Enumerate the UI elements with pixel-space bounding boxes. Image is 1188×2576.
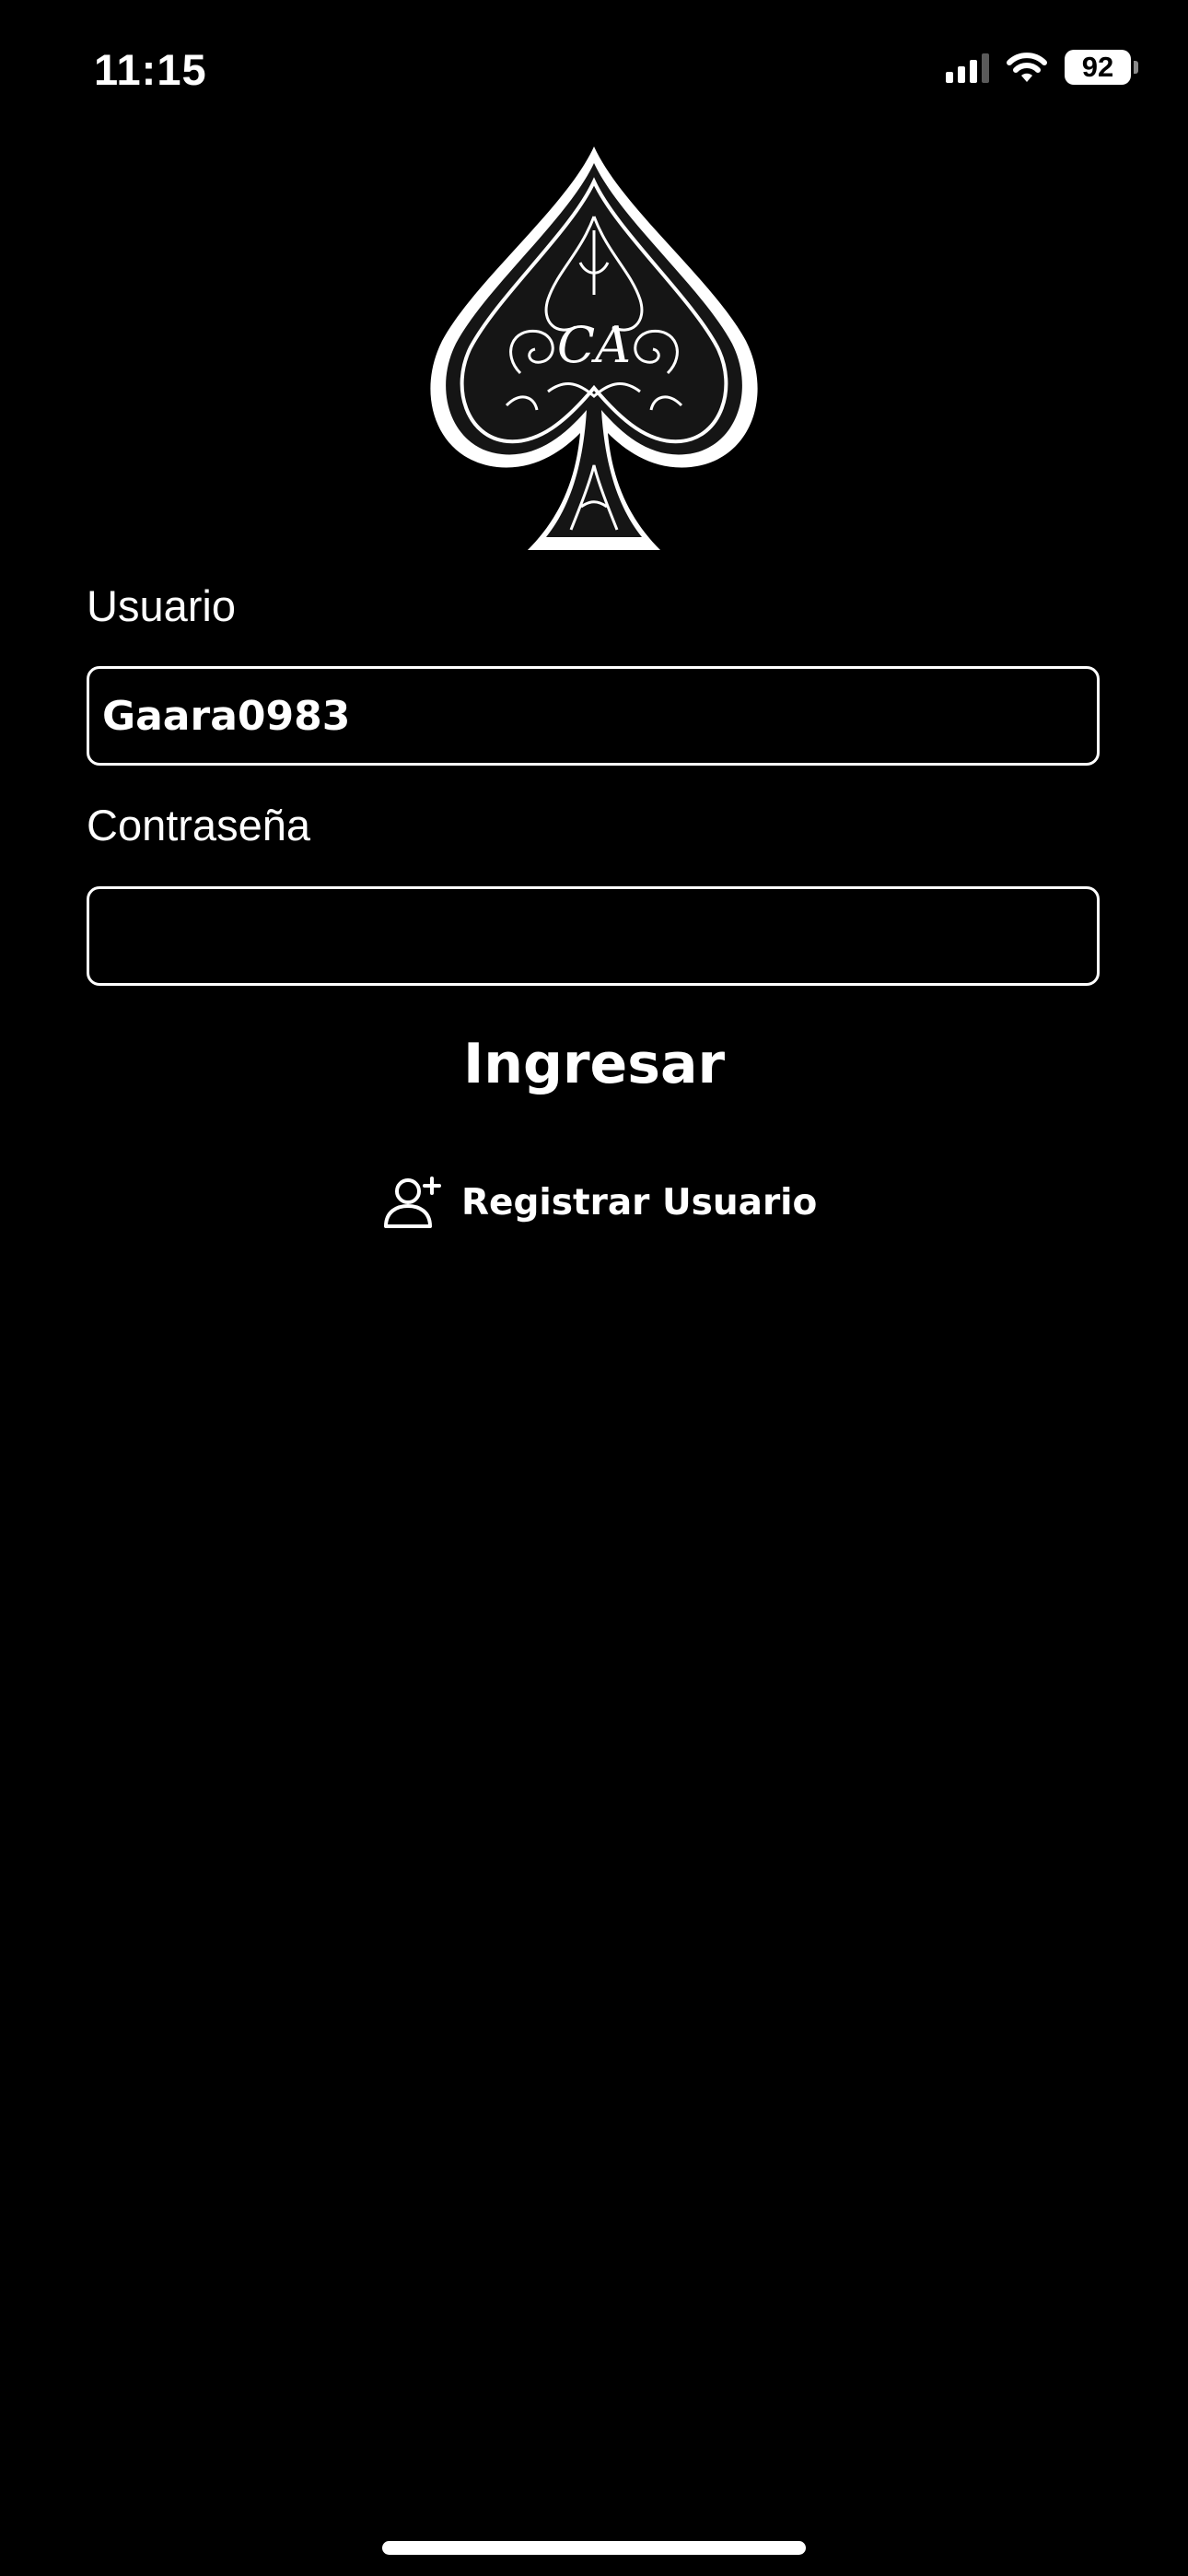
home-indicator[interactable] bbox=[382, 2541, 806, 2555]
status-indicators: 92 bbox=[946, 50, 1138, 85]
svg-text:CA: CA bbox=[557, 316, 631, 374]
username-field-box bbox=[87, 666, 1100, 766]
login-button[interactable]: Ingresar bbox=[318, 1023, 870, 1106]
username-label: Usuario bbox=[87, 581, 236, 630]
username-input[interactable] bbox=[89, 669, 1097, 763]
password-label: Contraseña bbox=[87, 801, 310, 849]
wifi-icon bbox=[1007, 53, 1047, 82]
signal-icon bbox=[946, 52, 989, 83]
status-bar: 11:15 92 bbox=[0, 0, 1188, 138]
password-input[interactable] bbox=[89, 889, 1097, 983]
register-user-label: Registrar Usuario bbox=[461, 1181, 818, 1224]
add-user-icon bbox=[384, 1177, 441, 1228]
password-field-box bbox=[87, 886, 1100, 986]
register-user-button[interactable]: Registrar Usuario bbox=[382, 1170, 817, 1235]
status-time: 11:15 bbox=[94, 45, 207, 94]
battery-icon: 92 bbox=[1065, 50, 1138, 85]
ace-of-spades-logo: CA bbox=[430, 146, 758, 550]
battery-level: 92 bbox=[1065, 50, 1131, 85]
